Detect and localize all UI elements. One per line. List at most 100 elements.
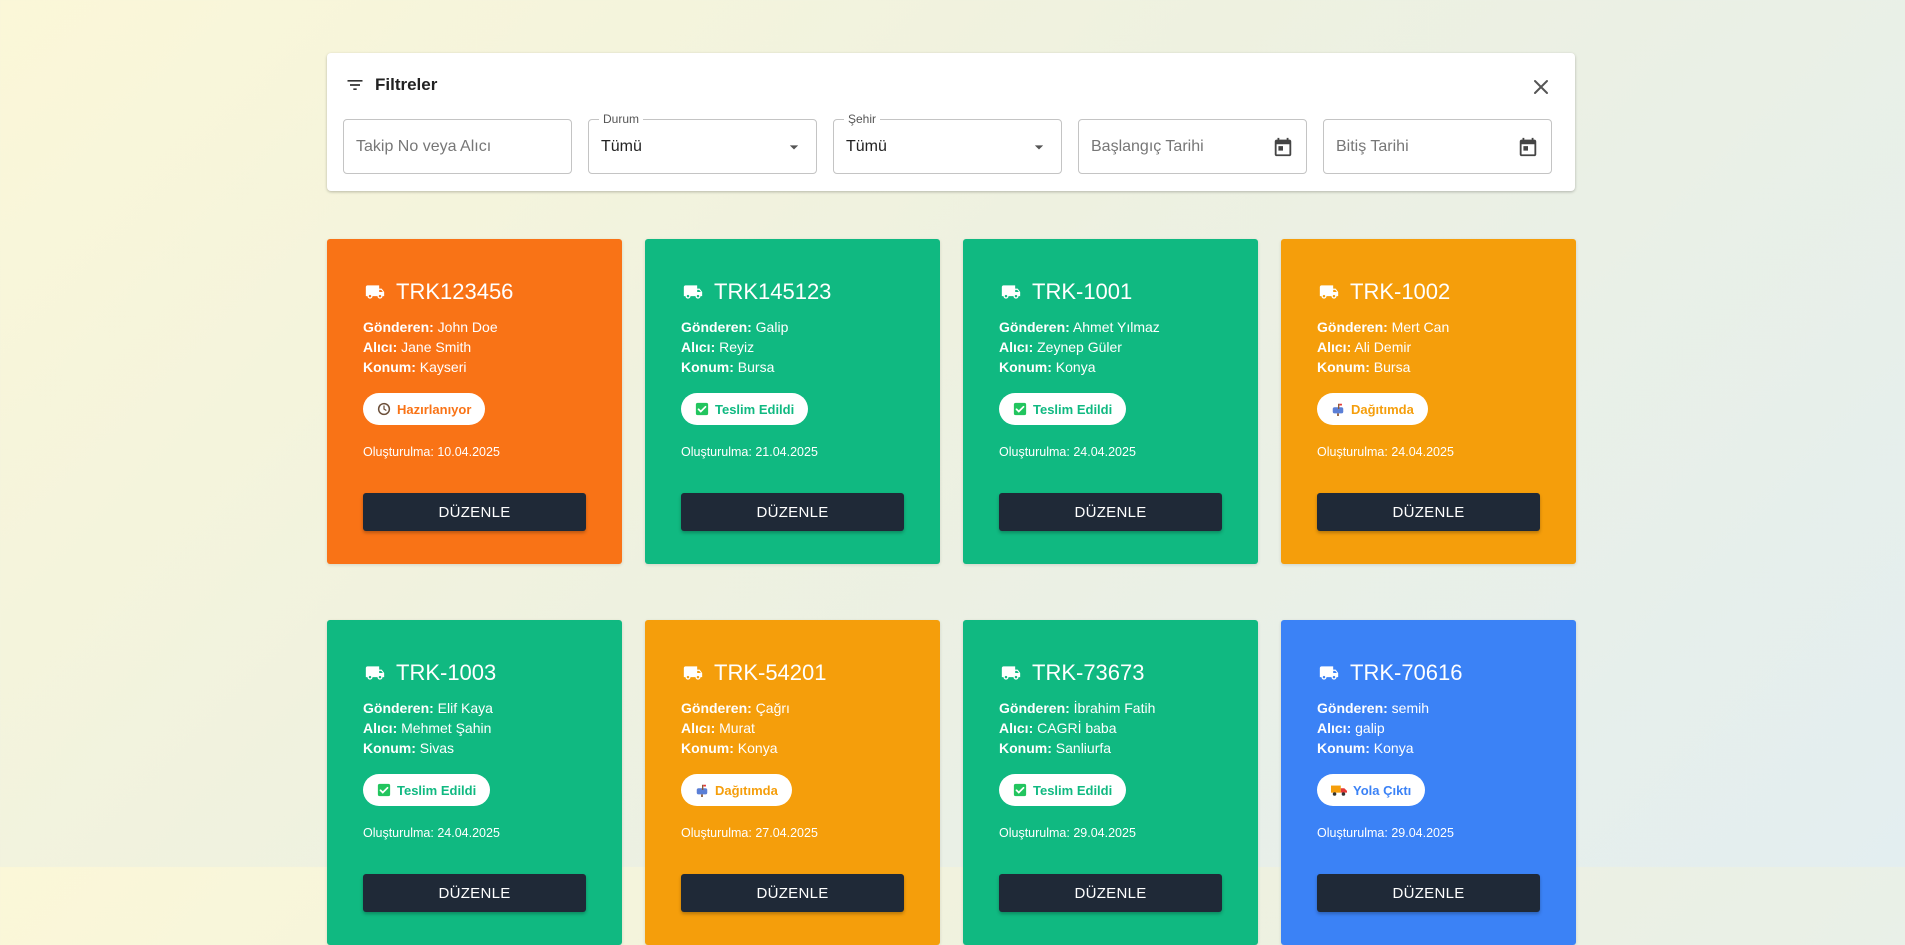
receiver-row: Alıcı: galip <box>1317 718 1540 738</box>
sender-row: Gönderen: Mert Can <box>1317 317 1540 337</box>
close-icon[interactable] <box>1529 75 1553 99</box>
sender-row: Gönderen: İbrahim Fatih <box>999 698 1222 718</box>
status-text: Dağıtımda <box>1351 401 1414 417</box>
filter-title: Filtreler <box>375 75 438 94</box>
receiver-value: Jane Smith <box>401 339 472 355</box>
receiver-label: Alıcı: <box>999 339 1034 355</box>
created-date: Oluşturulma: 24.04.2025 <box>1317 445 1540 459</box>
shipment-card: TRK-1003 Gönderen: Elif Kaya Alıcı: Mehm… <box>327 620 622 945</box>
receiver-row: Alıcı: CAGRİ baba <box>999 718 1222 738</box>
shipment-card: TRK-1002 Gönderen: Mert Can Alıcı: Ali D… <box>1281 239 1576 564</box>
calendar-icon[interactable] <box>1272 136 1294 158</box>
created-value: 24.04.2025 <box>1073 445 1136 459</box>
sender-value: Ahmet Yılmaz <box>1072 319 1160 335</box>
created-date: Oluşturulma: 24.04.2025 <box>999 445 1222 459</box>
created-label: Oluşturulma: <box>363 826 434 840</box>
sender-value: İbrahim Fatih <box>1073 700 1156 716</box>
mailbox-icon <box>1331 402 1345 416</box>
receiver-row: Alıcı: Reyiz <box>681 337 904 357</box>
location-value: Bursa <box>1373 359 1411 375</box>
edit-button[interactable]: DÜZENLE <box>363 493 586 531</box>
card-title: TRK123456 <box>363 279 586 305</box>
chevron-down-icon <box>784 137 804 157</box>
sender-label: Gönderen: <box>681 319 752 335</box>
status-value: Tümü <box>601 137 642 155</box>
receiver-row: Alıcı: Mehmet Şahin <box>363 718 586 738</box>
tracking-number: TRK-1002 <box>1350 279 1451 304</box>
location-value: Kayseri <box>419 359 467 375</box>
sender-label: Gönderen: <box>1317 319 1388 335</box>
truck-icon <box>999 663 1023 683</box>
edit-button[interactable]: DÜZENLE <box>1317 874 1540 912</box>
edit-button[interactable]: DÜZENLE <box>681 493 904 531</box>
location-label: Konum: <box>363 740 416 756</box>
end-date-placeholder: Bitiş Tarihi <box>1336 137 1409 155</box>
shipment-card: TRK-70616 Gönderen: semih Alıcı: galip K… <box>1281 620 1576 945</box>
shipment-card: TRK-73673 Gönderen: İbrahim Fatih Alıcı:… <box>963 620 1258 945</box>
created-value: 21.04.2025 <box>755 445 818 459</box>
receiver-row: Alıcı: Ali Demir <box>1317 337 1540 357</box>
receiver-value: Zeynep Güler <box>1037 339 1122 355</box>
shipment-card: TRK-1001 Gönderen: Ahmet Yılmaz Alıcı: Z… <box>963 239 1258 564</box>
card-title: TRK-54201 <box>681 660 904 686</box>
receiver-row: Alıcı: Zeynep Güler <box>999 337 1222 357</box>
filter-panel: Filtreler Takip No veya Alıcı Durum Tümü… <box>327 53 1575 191</box>
sender-value: Çağrı <box>755 700 790 716</box>
sender-label: Gönderen: <box>363 700 434 716</box>
receiver-label: Alıcı: <box>1317 339 1352 355</box>
sender-row: Gönderen: semih <box>1317 698 1540 718</box>
search-input[interactable]: Takip No veya Alıcı <box>343 119 572 174</box>
receiver-value: Reyiz <box>719 339 755 355</box>
sender-row: Gönderen: Ahmet Yılmaz <box>999 317 1222 337</box>
truck-icon <box>363 282 387 302</box>
edit-button[interactable]: DÜZENLE <box>363 874 586 912</box>
truck-icon <box>681 663 705 683</box>
location-value: Konya <box>1055 359 1096 375</box>
status-badge: Dağıtımda <box>1317 393 1428 425</box>
created-value: 10.04.2025 <box>437 445 500 459</box>
calendar-icon[interactable] <box>1517 136 1539 158</box>
created-value: 29.04.2025 <box>1073 826 1136 840</box>
sender-label: Gönderen: <box>1317 700 1388 716</box>
location-row: Konum: Sivas <box>363 738 586 758</box>
created-label: Oluşturulma: <box>681 445 752 459</box>
sender-label: Gönderen: <box>999 319 1070 335</box>
status-badge: Yola Çıktı <box>1317 774 1426 806</box>
tracking-number: TRK-1001 <box>1032 279 1133 304</box>
receiver-label: Alıcı: <box>681 339 716 355</box>
card-title: TRK145123 <box>681 279 904 305</box>
status-text: Hazırlanıyor <box>397 401 472 417</box>
edit-button[interactable]: DÜZENLE <box>681 874 904 912</box>
edit-button[interactable]: DÜZENLE <box>1317 493 1540 531</box>
search-placeholder: Takip No veya Alıcı <box>356 137 492 155</box>
check-box-icon <box>695 402 709 416</box>
status-label: Durum <box>599 112 644 126</box>
check-box-icon <box>1013 783 1027 797</box>
created-value: 27.04.2025 <box>755 826 818 840</box>
status-badge: Teslim Edildi <box>999 393 1127 425</box>
created-value: 24.04.2025 <box>437 826 500 840</box>
sender-value: Elif Kaya <box>437 700 493 716</box>
location-label: Konum: <box>1317 740 1370 756</box>
sender-value: Galip <box>755 319 789 335</box>
location-label: Konum: <box>999 740 1052 756</box>
created-label: Oluşturulma: <box>999 445 1070 459</box>
created-date: Oluşturulma: 29.04.2025 <box>1317 826 1540 840</box>
location-label: Konum: <box>999 359 1052 375</box>
edit-button[interactable]: DÜZENLE <box>999 493 1222 531</box>
receiver-value: galip <box>1355 720 1385 736</box>
status-select[interactable]: Durum Tümü <box>588 112 817 174</box>
sender-value: John Doe <box>437 319 498 335</box>
city-select[interactable]: Şehir Tümü <box>833 112 1062 174</box>
created-label: Oluşturulma: <box>1317 445 1388 459</box>
tracking-number: TRK-70616 <box>1350 660 1463 685</box>
tracking-number: TRK-73673 <box>1032 660 1145 685</box>
end-date-field[interactable]: Bitiş Tarihi <box>1323 119 1552 174</box>
status-text: Teslim Edildi <box>397 782 477 798</box>
edit-button[interactable]: DÜZENLE <box>999 874 1222 912</box>
status-text: Teslim Edildi <box>715 401 795 417</box>
shipment-card: TRK-54201 Gönderen: Çağrı Alıcı: Murat K… <box>645 620 940 945</box>
start-date-field[interactable]: Başlangıç Tarihi <box>1078 119 1307 174</box>
tracking-number: TRK-54201 <box>714 660 827 685</box>
status-text: Yola Çıktı <box>1353 782 1412 798</box>
